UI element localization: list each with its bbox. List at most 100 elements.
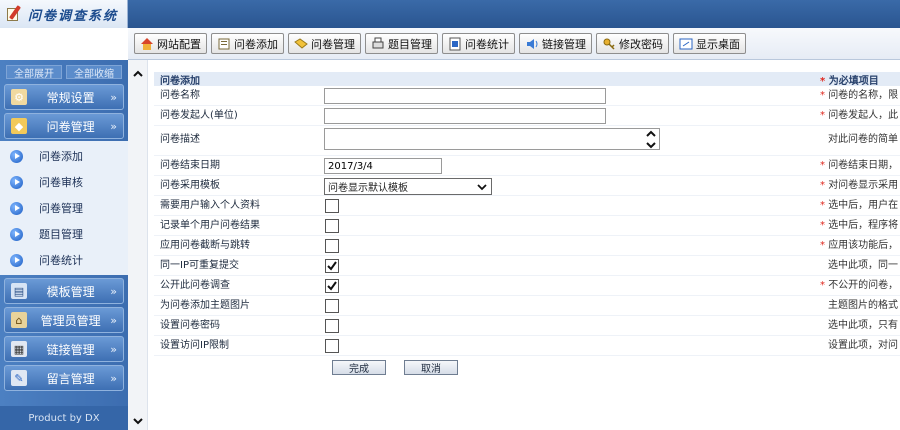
field-hint: * 选中后，用户在	[820, 200, 899, 211]
field-label: 需要用户输入个人资料	[160, 200, 260, 211]
password-checkbox[interactable]	[325, 319, 339, 333]
field-label: 问卷发起人(单位)	[160, 110, 238, 121]
template-icon: ▤	[11, 283, 27, 299]
chevron-right-icon: »	[110, 371, 117, 385]
book-icon	[217, 37, 231, 51]
field-hint: * 对问卷显示采用	[820, 180, 899, 191]
cancel-button[interactable]: 取消	[404, 360, 458, 375]
sidebar-controls: 全部展开 全部收缩	[0, 60, 128, 81]
form-row-description: 问卷描述 对此问卷的简单	[154, 126, 900, 156]
field-label: 为问卷添加主题图片	[160, 300, 250, 311]
sidebar-item-review-survey[interactable]: 问卷审核	[0, 169, 128, 195]
field-label: 记录单个用户问卷结果	[160, 220, 260, 231]
sidebar-category-messages[interactable]: ✎ 留言管理 »	[4, 365, 124, 391]
field-hint: 设置此项，对问	[828, 340, 898, 351]
record-result-checkbox[interactable]	[325, 219, 339, 233]
textarea-spinner[interactable]	[645, 130, 657, 149]
checkmark-icon	[327, 281, 337, 291]
app-window: 问卷调查系统 网站配置 问卷添加 问卷管理 题目管理 问卷统计 链接管理 修改密…	[0, 0, 900, 430]
survey-name-input[interactable]	[324, 88, 606, 104]
submit-button[interactable]: 完成	[332, 360, 386, 375]
form-row-name: 问卷名称 * 问卷的名称，限	[154, 86, 900, 106]
settings-icon: ⚙	[11, 89, 27, 105]
public-survey-checkbox[interactable]	[325, 279, 339, 293]
template-select[interactable]: 问卷显示默认模板	[324, 178, 492, 195]
field-label: 设置访问IP限制	[160, 340, 229, 351]
main-toolbar: 网站配置 问卷添加 问卷管理 题目管理 问卷统计 链接管理 修改密码 显示桌面	[128, 28, 900, 60]
sidebar-category-links[interactable]: ▦ 链接管理 »	[4, 336, 124, 362]
ip-repeat-checkbox[interactable]	[325, 259, 339, 273]
toolbar-site-config-button[interactable]: 网站配置	[134, 33, 207, 54]
topic-image-checkbox[interactable]	[325, 299, 339, 313]
sidebar-category-template[interactable]: ▤ 模板管理 »	[4, 278, 124, 304]
collapse-all-button[interactable]: 全部收缩	[66, 65, 122, 80]
key-icon	[602, 37, 616, 51]
message-icon: ✎	[11, 370, 27, 386]
field-hint: 对此问卷的简单	[828, 134, 898, 145]
toolbar-survey-stats-button[interactable]: 问卷统计	[442, 33, 515, 54]
field-label: 问卷采用模板	[160, 180, 220, 191]
cut-jump-checkbox[interactable]	[325, 239, 339, 253]
form-row-public-survey: 公开此问卷调查 * 不公开的问卷，	[154, 276, 900, 296]
toolbar-add-survey-button[interactable]: 问卷添加	[211, 33, 284, 54]
form-title: 问卷添加	[160, 75, 200, 87]
speaker-icon	[525, 37, 539, 51]
field-hint: * 问卷的名称，限	[820, 90, 899, 101]
expand-all-button[interactable]: 全部展开	[6, 65, 62, 80]
sidebar-category-general[interactable]: ⚙ 常规设置 »	[4, 84, 124, 110]
scroll-column	[128, 60, 148, 430]
sidebar-item-question-manage[interactable]: 题目管理	[0, 221, 128, 247]
chevron-right-icon: »	[110, 284, 117, 298]
field-label: 应用问卷截断与跳转	[160, 240, 250, 251]
toolbar-link-manage-button[interactable]: 链接管理	[519, 33, 592, 54]
field-hint: * 选中后，程序将	[820, 220, 899, 231]
field-hint: * 不公开的问卷，	[820, 280, 899, 291]
survey-add-form: 问卷添加 * 为必填项目 问卷名称 * 问卷的名称，限 问卷发起人(单位) * …	[154, 72, 900, 378]
printer-icon	[371, 37, 385, 51]
form-row-password: 设置问卷密码 选中此项，只有	[154, 316, 900, 336]
chevron-right-icon: »	[110, 90, 117, 104]
sidebar-category-survey[interactable]: ◆ 问卷管理 »	[4, 113, 124, 139]
field-label: 公开此问卷调查	[160, 280, 230, 291]
field-label: 问卷结束日期	[160, 160, 220, 171]
toolbar-change-password-button[interactable]: 修改密码	[596, 33, 669, 54]
sidebar-survey-items: 问卷添加 问卷审核 问卷管理 题目管理 问卷统计	[0, 141, 128, 275]
scroll-up-icon[interactable]	[132, 68, 144, 80]
field-hint: 选中此项，只有	[828, 320, 898, 331]
toolbar-manage-survey-button[interactable]: 问卷管理	[288, 33, 361, 54]
pen-paper-icon	[6, 5, 22, 22]
link-icon: ▦	[11, 341, 27, 357]
toolbar-question-manage-button[interactable]: 题目管理	[365, 33, 438, 54]
sidebar: 全部展开 全部收缩 ⚙ 常规设置 » ◆ 问卷管理 » 问卷添加 问卷审核 问卷	[0, 60, 128, 430]
field-hint: 主题图片的格式	[828, 300, 898, 311]
play-circle-icon	[10, 253, 23, 267]
field-label: 问卷名称	[160, 90, 200, 101]
description-textarea[interactable]	[324, 128, 660, 150]
sidebar-item-add-survey[interactable]: 问卷添加	[0, 143, 128, 169]
app-title: 问卷调查系统	[28, 8, 119, 24]
require-info-checkbox[interactable]	[325, 199, 339, 213]
form-row-ip-repeat: 同一IP可重复提交 选中此项，同一	[154, 256, 900, 276]
form-row-end-date: 问卷结束日期 * 问卷结束日期，	[154, 156, 900, 176]
form-row-cut-jump: 应用问卷截断与跳转 * 应用该功能后，	[154, 236, 900, 256]
field-label: 问卷描述	[160, 134, 200, 145]
form-row-template: 问卷采用模板 问卷显示默认模板 * 对问卷显示采用	[154, 176, 900, 196]
sidebar-item-manage-survey[interactable]: 问卷管理	[0, 195, 128, 221]
survey-icon: ◆	[11, 118, 27, 134]
sidebar-item-survey-stats[interactable]: 问卷统计	[0, 247, 128, 273]
form-row-record-result: 记录单个用户问卷结果 * 选中后，程序将	[154, 216, 900, 236]
field-label: 设置问卷密码	[160, 320, 220, 331]
form-row-require-info: 需要用户输入个人资料 * 选中后，用户在	[154, 196, 900, 216]
end-date-input[interactable]	[324, 158, 442, 174]
sidebar-category-admin[interactable]: ⌂ 管理员管理 »	[4, 307, 124, 333]
toolbar-show-desktop-button[interactable]: 显示桌面	[673, 33, 746, 54]
app-logo: 问卷调查系统	[0, 0, 128, 28]
field-hint: * 问卷发起人，此	[820, 110, 899, 121]
form-row-topic-image: 为问卷添加主题图片 主题图片的格式	[154, 296, 900, 316]
field-hint: * 问卷结束日期，	[820, 160, 899, 171]
folder-icon	[294, 37, 308, 51]
ip-limit-checkbox[interactable]	[325, 339, 339, 353]
scroll-down-icon[interactable]	[132, 415, 144, 427]
chevron-up-icon	[646, 130, 656, 137]
sponsor-input[interactable]	[324, 108, 606, 124]
